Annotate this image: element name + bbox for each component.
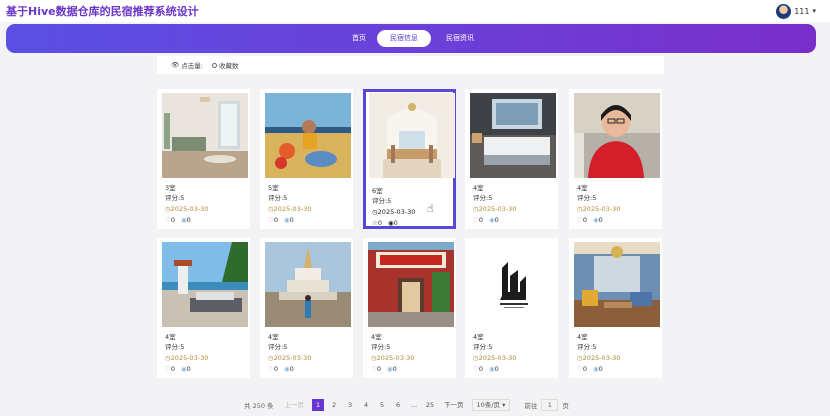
listing-name: 4室	[371, 333, 382, 341]
nav-homestay-news[interactable]: 民宿资讯	[436, 30, 484, 47]
listing-stats: ♡0 ◉0	[165, 216, 191, 224]
sort-by-views-label: 点击量:	[181, 62, 203, 70]
page-button[interactable]: 4	[360, 399, 372, 411]
nav-homestay-info[interactable]: 民宿信息	[377, 30, 431, 47]
listing-photo[interactable]	[162, 242, 248, 327]
chevron-down-icon[interactable]: ▾	[812, 7, 816, 15]
total-count: 共 250 条	[244, 402, 274, 410]
hand-pointer-icon: ☝	[427, 202, 434, 215]
page-button[interactable]: 6	[392, 399, 404, 411]
page-button[interactable]: 3	[344, 399, 356, 411]
listing-card[interactable]: 4室 评分:5 ◷2025-03-30 ♡0 ◉0	[465, 89, 558, 229]
listing-name: 4室	[473, 333, 484, 341]
listing-date: ◷2025-03-30	[371, 354, 415, 362]
listing-name: 5室	[268, 184, 279, 192]
listing-date: ◷2025-03-30	[268, 354, 312, 362]
main-nav: 首页 民宿信息 民宿资讯	[6, 24, 816, 53]
page-suffix: 页	[562, 402, 569, 410]
listing-rating: 评分:5	[268, 343, 288, 351]
listing-name: 4室	[165, 333, 176, 341]
listing-photo[interactable]	[470, 93, 556, 178]
listing-rating: 评分:5	[372, 197, 392, 205]
sort-by-favorites-label: 收藏数	[219, 62, 239, 70]
page-button[interactable]: 5	[376, 399, 388, 411]
page-size-select[interactable]: 10条/页 ▾	[471, 399, 511, 411]
listing-rating: 评分:5	[268, 194, 288, 202]
listing-stats: ♡0 ◉0	[473, 216, 499, 224]
sort-filter-bar: 👁 点击量: 收藏数	[157, 56, 664, 74]
listing-stats: ☆0 ◉0	[372, 219, 398, 227]
listing-card[interactable]: 4室 评分:5 ◷2025-03-30 ♡0 ◉0	[569, 238, 662, 378]
listing-rating: 评分:5	[577, 343, 597, 351]
listing-card[interactable]: 4室 评分:5 ◷2025-03-30 ♡0 ◉0	[363, 238, 456, 378]
listing-rating: 评分:5	[165, 194, 185, 202]
listing-photo[interactable]	[574, 242, 660, 327]
chevron-down-icon: ▾	[502, 401, 506, 409]
listing-card-hovered[interactable]: 6室 评分:5 ◷2025-03-30 ☆0 ◉0 ☝	[363, 89, 456, 229]
listing-date: ◷2025-03-30	[268, 205, 312, 213]
next-page-button[interactable]: 下一页	[444, 399, 464, 411]
listing-rating: 评分:5	[473, 194, 493, 202]
listing-card[interactable]: 3室 评分:5 ◷2025-03-30 ♡0 ◉0	[157, 89, 250, 229]
listing-card[interactable]: 4室 评分:5 ◷2025-03-30 ♡0 ◉0	[157, 238, 250, 378]
avatar[interactable]	[776, 3, 792, 19]
sort-by-favorites[interactable]: 收藏数	[212, 60, 239, 70]
listing-card[interactable]: 4室 评分:5 ◷2025-03-30 ♡0 ◉0	[260, 238, 353, 378]
listing-photo[interactable]	[265, 242, 351, 327]
listing-photo[interactable]	[265, 93, 351, 178]
page-button[interactable]: 25	[424, 399, 436, 411]
listing-photo[interactable]	[470, 242, 556, 327]
listing-rating: 评分:5	[473, 343, 493, 351]
listing-stats: ♡0 ◉0	[268, 216, 294, 224]
listing-stats: ♡0 ◉0	[268, 365, 294, 373]
listing-stats: ♡0 ◉0	[371, 365, 397, 373]
nav-home[interactable]: 首页	[342, 30, 376, 47]
listing-name: 4室	[577, 184, 588, 192]
top-bar: 基于Hive数据仓库的民宿推荐系统设计 111 ▾	[0, 0, 830, 22]
page-ellipsis[interactable]: ...	[408, 399, 420, 411]
listing-date: ◷2025-03-30	[473, 205, 517, 213]
sort-by-views[interactable]: 👁 点击量:	[171, 60, 203, 70]
listing-name: 6室	[372, 187, 383, 195]
listing-rating: 评分:5	[371, 343, 391, 351]
listing-date: ◷2025-03-30	[577, 205, 621, 213]
listing-photo[interactable]	[574, 93, 660, 178]
page-button-current[interactable]: 1	[312, 399, 325, 411]
radio-icon	[212, 62, 217, 68]
prev-page-button[interactable]: 上一页	[285, 399, 305, 411]
listing-name: 3室	[165, 184, 176, 192]
listing-photo[interactable]	[369, 93, 455, 178]
listing-stats: ♡0 ◉0	[577, 216, 603, 224]
listing-date: ◷2025-03-30	[165, 205, 209, 213]
goto-page-input[interactable]: 1	[541, 399, 559, 411]
listing-rating: 评分:5	[577, 194, 597, 202]
listing-rating: 评分:5	[165, 343, 185, 351]
listing-date: ◷2025-03-30	[165, 354, 209, 362]
listing-photo[interactable]	[368, 242, 454, 327]
page-button[interactable]: 2	[328, 399, 340, 411]
listing-stats: ♡0 ◉0	[577, 365, 603, 373]
username[interactable]: 111	[794, 7, 809, 16]
listing-date: ◷2025-03-30	[372, 208, 416, 216]
listing-date: ◷2025-03-30	[577, 354, 621, 362]
listing-date: ◷2025-03-30	[473, 354, 517, 362]
goto-label: 前往	[524, 402, 538, 410]
view-icon: 👁	[171, 61, 180, 69]
listing-stats: ♡0 ◉0	[165, 365, 191, 373]
listing-photo[interactable]	[162, 93, 248, 178]
listing-name: 4室	[577, 333, 588, 341]
listing-card[interactable]: 5室 评分:5 ◷2025-03-30 ♡0 ◉0	[260, 89, 353, 229]
listing-stats: ♡0 ◉0	[473, 365, 499, 373]
listing-card[interactable]: 4室 评分:5 ◷2025-03-30 ♡0 ◉0	[465, 238, 558, 378]
user-menu[interactable]: 111 ▾	[776, 2, 816, 20]
listing-name: 4室	[473, 184, 484, 192]
pagination: 共 250 条 上一页 1 2 3 4 5 6 ... 25 下一页 10条/页…	[244, 398, 569, 412]
listing-card[interactable]: 4室 评分:5 ◷2025-03-30 ♡0 ◉0	[569, 89, 662, 229]
listing-name: 4室	[268, 333, 279, 341]
site-title: 基于Hive数据仓库的民宿推荐系统设计	[6, 5, 199, 18]
